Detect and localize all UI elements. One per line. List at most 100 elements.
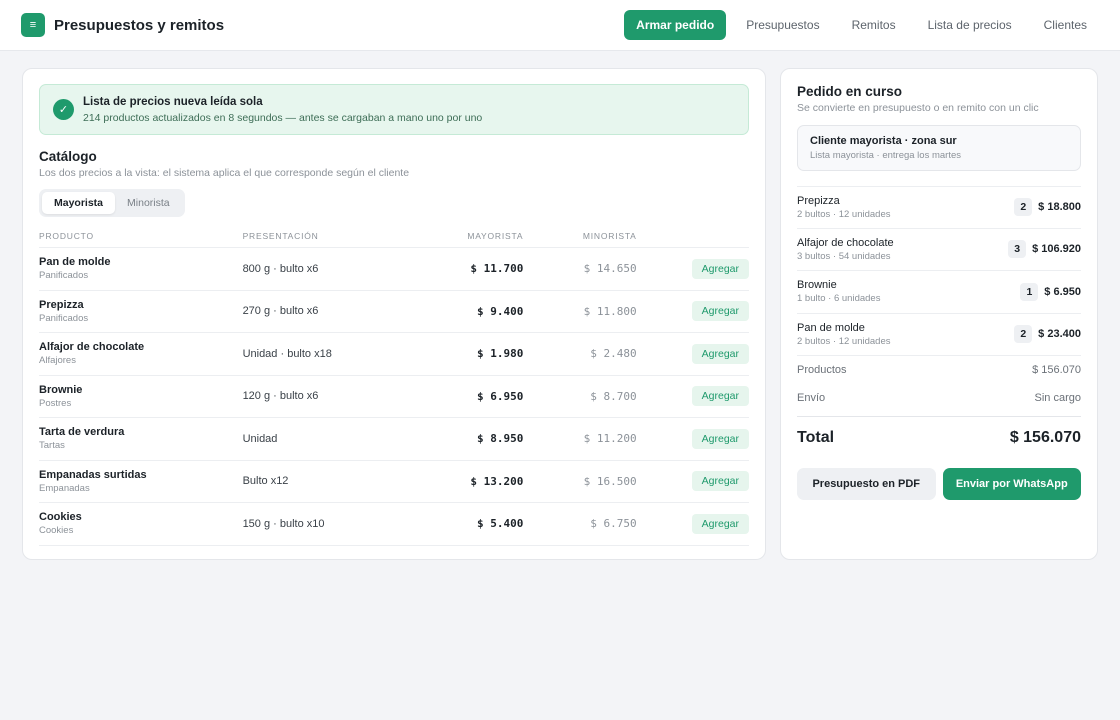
col-mayorista: MAYORISTA bbox=[392, 226, 524, 248]
product-category: Empanadas bbox=[39, 482, 90, 494]
add-button[interactable]: Agregar bbox=[691, 301, 749, 322]
toggle-minorista[interactable]: Minorista bbox=[115, 192, 182, 214]
product-cell: Prepizza Panificados bbox=[39, 290, 243, 333]
client-name: Cliente mayorista · zona sur bbox=[810, 135, 957, 147]
price-retail: $ 16.500 bbox=[523, 460, 637, 503]
add-cell: Agregar bbox=[636, 502, 749, 546]
catalog-subtitle: Los dos precios a la vista: el sistema a… bbox=[39, 167, 410, 179]
product-category: Panificados bbox=[39, 270, 89, 282]
product-cell: Alfajor de chocolate Alfajores bbox=[39, 332, 243, 376]
products-row: Productos $ 156.070 bbox=[797, 356, 1081, 384]
add-button[interactable]: Agregar bbox=[691, 513, 749, 534]
menu-icon[interactable]: ≡ bbox=[21, 13, 45, 37]
add-cell: Agregar bbox=[636, 290, 749, 333]
product-cell: Cookies Cookies bbox=[39, 502, 243, 546]
order-item-qty[interactable]: 2 bbox=[1014, 198, 1033, 217]
price-wholesale: $ 9.400 bbox=[392, 290, 524, 333]
success-banner: ✓ Lista de precios nueva leída sola 214 … bbox=[39, 84, 749, 135]
add-cell: Agregar bbox=[636, 460, 749, 503]
main-nav: Armar pedido Presupuestos Remitos Lista … bbox=[624, 10, 1099, 40]
order-item-price: $ 23.400 bbox=[1038, 328, 1081, 341]
product-presentation: 120 g · bulto x6 bbox=[242, 375, 393, 418]
add-button[interactable]: Agregar bbox=[691, 428, 749, 449]
pdf-button[interactable]: Presupuesto en PDF bbox=[797, 468, 936, 500]
order-item-detail: 3 bultos · 54 unidades bbox=[797, 250, 891, 262]
app-title: Presupuestos y remitos bbox=[54, 16, 225, 34]
products-label: Productos bbox=[797, 364, 847, 376]
product-name: Empanadas surtidas bbox=[39, 468, 147, 481]
product-name: Pan de molde bbox=[39, 256, 111, 269]
nav-presupuestos[interactable]: Presupuestos bbox=[734, 11, 831, 39]
price-wholesale: $ 8.950 bbox=[392, 417, 524, 461]
nav-lista-de-precios[interactable]: Lista de precios bbox=[916, 11, 1024, 39]
order-item-name: Alfajor de chocolate bbox=[797, 236, 894, 249]
catalog-panel: ✓ Lista de precios nueva leída sola 214 … bbox=[22, 68, 766, 560]
col-actions bbox=[636, 226, 749, 248]
add-cell: Agregar bbox=[636, 332, 749, 376]
table-row: Cookies Cookies 150 g · bulto x10 $ 5.400 $ … bbox=[39, 502, 749, 546]
product-name: Brownie bbox=[39, 383, 83, 396]
add-button[interactable]: Agregar bbox=[691, 386, 749, 407]
product-name: Tarta de verdura bbox=[39, 426, 125, 439]
price-list-toggle: Mayorista Minorista bbox=[39, 189, 185, 217]
nav-remitos[interactable]: Remitos bbox=[840, 11, 908, 39]
product-cell: Pan de molde Panificados bbox=[39, 247, 243, 291]
product-category: Postres bbox=[39, 397, 72, 409]
product-name: Cookies bbox=[39, 511, 82, 524]
order-item-name: Brownie bbox=[797, 279, 837, 292]
order-item: Alfajor de chocolate 3 bultos · 54 unidad… bbox=[797, 229, 1081, 271]
price-retail: $ 11.200 bbox=[523, 417, 637, 461]
product-name: Prepizza bbox=[39, 298, 84, 311]
price-retail: $ 14.650 bbox=[523, 247, 637, 291]
order-item-qty[interactable]: 2 bbox=[1014, 325, 1033, 344]
order-item: Pan de molde 2 bultos · 12 unidades 2 $ 23.… bbox=[797, 314, 1081, 356]
client-detail: Lista mayorista · entrega los martes bbox=[810, 150, 962, 161]
product-category: Alfajores bbox=[39, 355, 76, 367]
table-row: Alfajor de chocolate Alfajores Unidad · bu… bbox=[39, 332, 749, 376]
catalog-title: Catálogo bbox=[39, 149, 97, 164]
price-wholesale: $ 5.400 bbox=[392, 502, 524, 546]
order-item-name: Prepizza bbox=[797, 194, 840, 207]
col-presentacion: PRESENTACIÓN bbox=[242, 226, 393, 248]
add-cell: Agregar bbox=[636, 417, 749, 461]
table-row: Tarta de verdura Tartas Unidad $ 8.950 $ 11.… bbox=[39, 417, 749, 461]
banner-title: Lista de precios nueva leída sola bbox=[83, 95, 263, 108]
product-cell: Empanadas surtidas Empanadas bbox=[39, 460, 243, 503]
add-button[interactable]: Agregar bbox=[691, 258, 749, 279]
order-item-qty[interactable]: 1 bbox=[1020, 282, 1039, 301]
order-item-detail: 2 bultos · 12 unidades bbox=[797, 208, 891, 220]
product-cell: Brownie Postres bbox=[39, 375, 243, 418]
price-wholesale: $ 1.980 bbox=[392, 332, 524, 376]
product-name: Alfajor de chocolate bbox=[39, 341, 145, 354]
product-presentation: 150 g · bulto x10 bbox=[242, 502, 393, 546]
table-row: Empanadas surtidas Empanadas Bulto x12 $ 13… bbox=[39, 460, 749, 503]
order-item-qty[interactable]: 3 bbox=[1008, 240, 1027, 259]
shipping-label: Envío bbox=[797, 392, 826, 404]
order-items: Prepizza 2 bultos · 12 unidades 2 $ 18.800 A… bbox=[797, 186, 1081, 356]
total-label: Total bbox=[797, 429, 835, 446]
banner-subtitle: 214 productos actualizados en 8 segundos… bbox=[83, 111, 483, 124]
add-button[interactable]: Agregar bbox=[691, 343, 749, 364]
toggle-mayorista[interactable]: Mayorista bbox=[42, 192, 116, 214]
app-header: ≡ Presupuestos y remitos Armar pedido Pr… bbox=[0, 0, 1120, 51]
price-wholesale: $ 11.700 bbox=[392, 247, 524, 291]
client-selector[interactable]: Cliente mayorista · zona sur Lista mayor… bbox=[797, 125, 1081, 171]
whatsapp-button[interactable]: Enviar por WhatsApp bbox=[942, 468, 1081, 500]
order-item-detail: 2 bultos · 12 unidades bbox=[797, 335, 891, 347]
order-item-price: $ 18.800 bbox=[1038, 201, 1081, 214]
add-button[interactable]: Agregar bbox=[691, 471, 749, 492]
catalog-table: PRODUCTO PRESENTACIÓN MAYORISTA MINORIST… bbox=[39, 226, 749, 546]
col-producto: PRODUCTO bbox=[39, 226, 243, 248]
col-minorista: MINORISTA bbox=[523, 226, 637, 248]
table-row: Brownie Postres 120 g · bulto x6 $ 6.950 $ 8… bbox=[39, 375, 749, 418]
order-item: Prepizza 2 bultos · 12 unidades 2 $ 18.800 bbox=[797, 186, 1081, 229]
shipping-row: Envío Sin cargo bbox=[797, 384, 1081, 412]
table-row: Pan de molde Panificados 800 g · bulto x6 $… bbox=[39, 247, 749, 291]
product-presentation: Unidad bbox=[242, 417, 393, 461]
product-presentation: 270 g · bulto x6 bbox=[242, 290, 393, 333]
nav-armar-pedido[interactable]: Armar pedido bbox=[624, 10, 727, 40]
order-item-price: $ 6.950 bbox=[1044, 285, 1081, 298]
product-presentation: 800 g · bulto x6 bbox=[242, 247, 393, 291]
nav-clientes[interactable]: Clientes bbox=[1032, 11, 1099, 39]
price-wholesale: $ 6.950 bbox=[392, 375, 524, 418]
